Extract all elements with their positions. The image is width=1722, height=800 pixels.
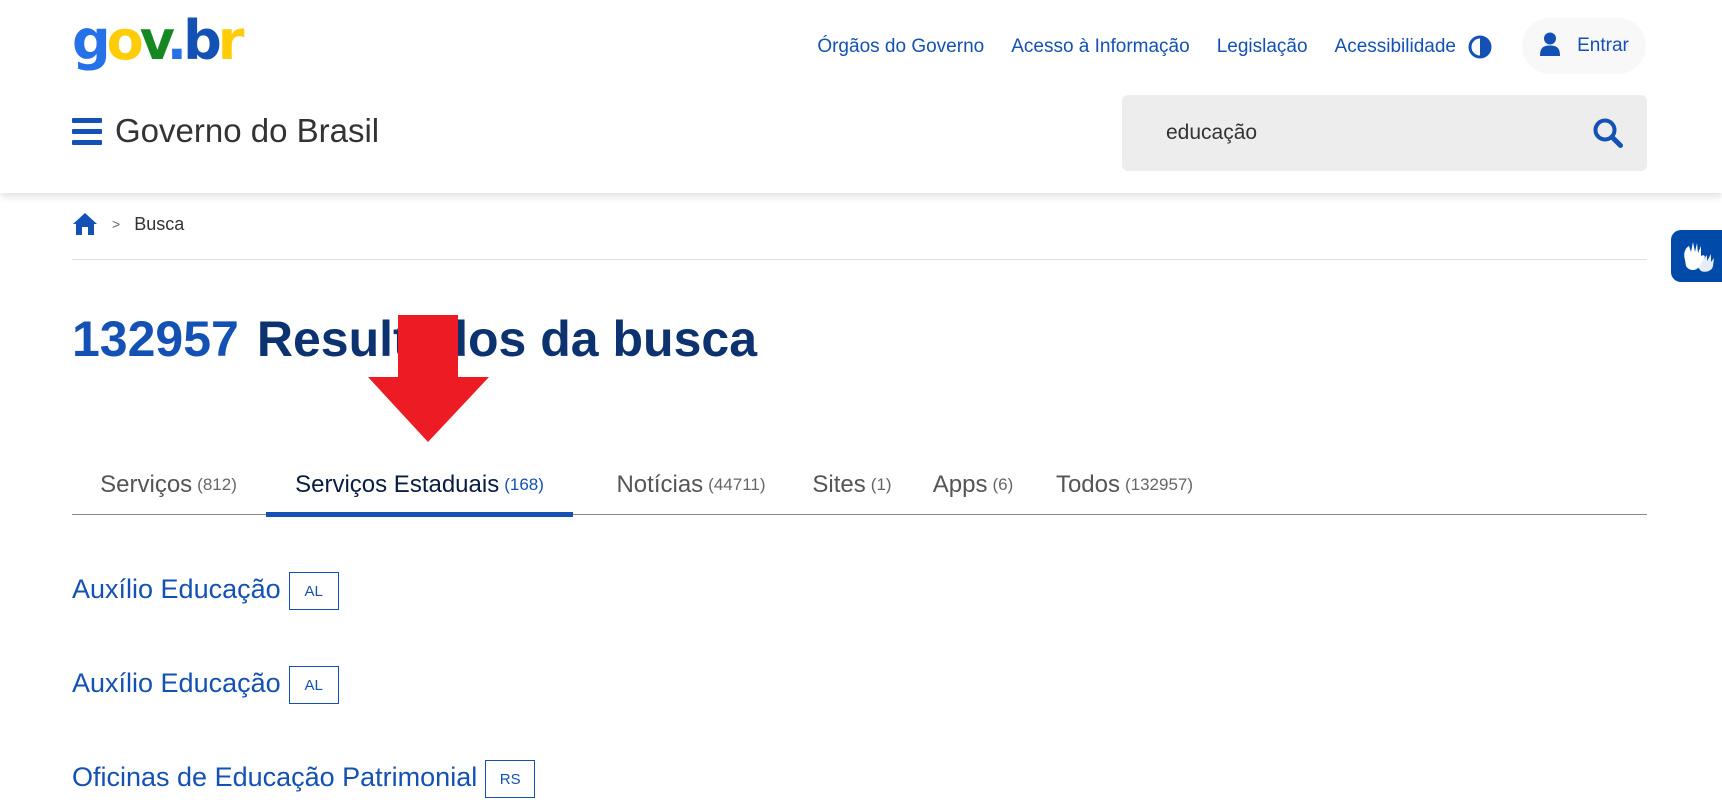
tab-label: Sites	[812, 471, 866, 498]
tab-label: Todos	[1055, 471, 1120, 498]
tab-servicos-estaduais[interactable]: Serviços Estaduais (168)	[266, 455, 573, 517]
site-title: Governo do Brasil	[115, 112, 380, 149]
sign-language-hands-icon[interactable]	[1671, 230, 1722, 282]
breadcrumb: > Busca	[72, 212, 184, 236]
tab-label: Serviços	[100, 471, 193, 498]
login-label: Entrar	[1577, 35, 1629, 56]
tab-count: (812)	[197, 475, 237, 494]
home-icon[interactable]	[72, 212, 98, 236]
result-item[interactable]: Auxílio Educação AL	[72, 568, 339, 610]
tab-count: (1)	[870, 475, 892, 494]
tab-count: (168)	[504, 475, 544, 494]
tab-count: (44711)	[708, 475, 766, 494]
tab-label: Notícias	[616, 471, 704, 498]
tab-sites[interactable]: Sites (1)	[802, 455, 902, 515]
link-legislacao[interactable]: Legislação	[1217, 36, 1308, 58]
result-title: Oficinas de Educação Patrimonial	[72, 761, 478, 792]
login-button[interactable]: Entrar	[1522, 18, 1646, 74]
state-badge: AL	[288, 666, 339, 704]
search-icon[interactable]	[1592, 117, 1624, 149]
contrast-icon[interactable]	[1467, 34, 1493, 60]
tab-count: (6)	[992, 475, 1014, 494]
govbr-logo[interactable]: gov.br	[72, 10, 244, 72]
link-orgaos-do-governo[interactable]: Órgãos do Governo	[817, 36, 984, 58]
user-icon	[1539, 32, 1561, 61]
tab-label: Serviços Estaduais	[295, 471, 500, 498]
search-input[interactable]	[1166, 113, 1566, 153]
result-title: Auxílio Educação	[72, 667, 281, 698]
link-acessibilidade[interactable]: Acessibilidade	[1335, 36, 1456, 58]
top-links: Órgãos do Governo Acesso à Informação Le…	[817, 36, 1456, 58]
breadcrumb-separator: >	[112, 216, 121, 232]
link-acesso-a-informacao[interactable]: Acesso à Informação	[1011, 36, 1189, 58]
breadcrumb-divider	[72, 259, 1647, 260]
search-box	[1122, 95, 1647, 171]
hamburger-icon[interactable]	[72, 118, 102, 146]
results-heading-label: Resultados da busca	[256, 311, 758, 367]
tab-noticias[interactable]: Notícias (44711)	[596, 455, 786, 515]
tab-count: (132957)	[1124, 475, 1194, 494]
tab-label: Apps	[932, 471, 988, 498]
state-badge: RS	[485, 760, 536, 798]
result-item[interactable]: Oficinas de Educação Patrimonial RS	[72, 756, 536, 798]
state-badge: AL	[288, 572, 339, 610]
site-header: gov.br Órgãos do Governo Acesso à Inform…	[0, 0, 1722, 193]
tab-servicos[interactable]: Serviços (812)	[72, 455, 265, 515]
breadcrumb-current: Busca	[134, 213, 185, 234]
red-down-arrow-icon	[368, 315, 490, 443]
tab-apps[interactable]: Apps (6)	[922, 455, 1024, 515]
results-count: 132957	[72, 311, 239, 367]
result-item[interactable]: Auxílio Educação AL	[72, 662, 339, 704]
results-tabs: Serviços (812) Serviços Estaduais (168) No…	[72, 455, 1647, 517]
tab-todos[interactable]: Todos (132957)	[1042, 455, 1207, 515]
result-title: Auxílio Educação	[72, 573, 281, 604]
